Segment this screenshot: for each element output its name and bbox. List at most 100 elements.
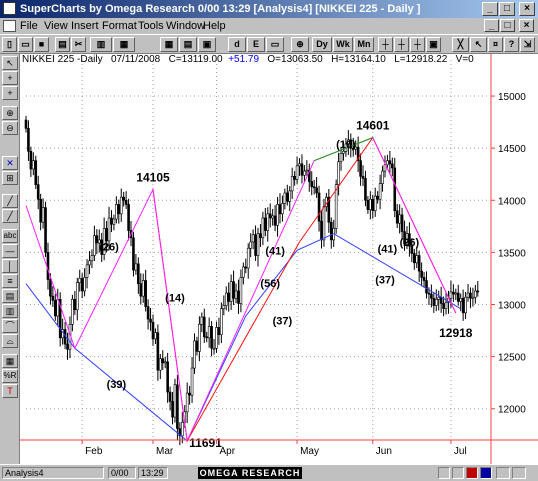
- candle-body: [298, 163, 301, 167]
- candle-body: [422, 277, 426, 281]
- low-value: L=12918.22: [394, 54, 448, 65]
- candle-body: [222, 305, 226, 309]
- menu-help[interactable]: Help: [203, 20, 226, 32]
- candle-body: [290, 176, 294, 192]
- candle-body: [73, 298, 77, 311]
- delete-icon[interactable]: ✕: [2, 156, 18, 170]
- grid-icon[interactable]: ▤: [179, 37, 197, 52]
- candle-body: [305, 169, 309, 172]
- interval-day-button[interactable]: Dy: [312, 37, 332, 52]
- candle-body: [283, 192, 287, 204]
- minimize-button[interactable]: _: [482, 2, 498, 16]
- gann-icon[interactable]: ▦: [2, 354, 18, 368]
- open-icon[interactable]: ▭: [18, 37, 33, 52]
- wave-count-label: (26): [99, 241, 119, 253]
- pan-icon[interactable]: +: [2, 86, 18, 100]
- interval-week-button[interactable]: Wk: [333, 37, 353, 52]
- menu-view[interactable]: View: [44, 20, 68, 32]
- save-icon[interactable]: ■: [34, 37, 49, 52]
- candle-body: [190, 367, 194, 396]
- candle-body: [369, 198, 372, 210]
- bars-down-icon[interactable]: ┼: [394, 37, 409, 52]
- zoom-out-icon[interactable]: ⊖: [2, 121, 18, 135]
- price-chart[interactable]: 14105 14601 11691 12918 (26) (14) (39) (41) (56)…: [20, 54, 538, 464]
- window-icon[interactable]: ▣: [198, 37, 216, 52]
- bars-up-icon[interactable]: ┼: [378, 37, 393, 52]
- candle-body: [168, 391, 172, 402]
- candle-body: [273, 215, 277, 226]
- doc-minimize-button[interactable]: _: [484, 19, 499, 32]
- tools-icon[interactable]: T: [2, 384, 18, 398]
- candle-body: [146, 306, 150, 320]
- chart-area[interactable]: 14105 14601 11691 12918 (26) (14) (39) (41) (56)…: [20, 54, 538, 464]
- bar-spacing-icon[interactable]: ┼: [410, 37, 425, 52]
- candle-body: [163, 361, 167, 364]
- help-icon[interactable]: ?: [504, 37, 519, 52]
- candle-body: [244, 266, 248, 269]
- text-icon[interactable]: abc: [2, 229, 18, 243]
- candle-body: [144, 280, 147, 307]
- ez-data-icon[interactable]: E: [247, 37, 265, 52]
- doc-close-button[interactable]: ×: [519, 19, 534, 32]
- candle-body: [119, 196, 123, 215]
- candle-body: [90, 255, 94, 262]
- candle-body: [359, 160, 362, 177]
- pointer-icon[interactable]: ↖: [2, 56, 18, 70]
- print-preview-icon[interactable]: ▤: [55, 37, 70, 52]
- fibonacci-icon[interactable]: ╱: [2, 209, 18, 223]
- vertical-line-icon[interactable]: │: [2, 259, 18, 273]
- menu-format[interactable]: Format: [102, 20, 137, 32]
- crosshair-icon[interactable]: +: [2, 71, 18, 85]
- menu-file[interactable]: File: [20, 20, 38, 32]
- candle-body: [149, 318, 152, 323]
- exit-icon[interactable]: ⇲: [520, 37, 535, 52]
- wave-count-label: (41): [378, 243, 398, 255]
- zoom-in-icon[interactable]: ⊕: [2, 106, 18, 120]
- status-slot-1: [438, 467, 450, 479]
- cut-icon[interactable]: ✂: [71, 37, 86, 52]
- maximize-button[interactable]: □: [499, 2, 515, 16]
- zoom-icon[interactable]: ⊕: [291, 37, 309, 52]
- candle-body: [212, 347, 216, 350]
- speed-lines-icon[interactable]: ▤: [2, 289, 18, 303]
- candle-body: [27, 128, 30, 152]
- candle-body: [388, 160, 392, 165]
- cursor-icon[interactable]: ↖: [470, 37, 487, 52]
- horizontal-line-icon[interactable]: —: [2, 244, 18, 258]
- menu-window[interactable]: Window: [166, 20, 205, 32]
- candle-body: [180, 421, 184, 437]
- channel-icon[interactable]: ≡: [2, 274, 18, 288]
- trend-icon[interactable]: ╳: [452, 37, 469, 52]
- insert-indicator-icon[interactable]: ▦: [113, 37, 135, 52]
- document-icon[interactable]: [3, 20, 16, 32]
- arc-icon[interactable]: ⌒: [2, 319, 18, 333]
- candle-body: [132, 237, 135, 271]
- candle-body: [444, 302, 448, 309]
- menu-tools[interactable]: Tools: [138, 20, 164, 32]
- format-bars-icon[interactable]: ▥: [90, 37, 112, 52]
- interval-month-button[interactable]: Mn: [354, 37, 374, 52]
- layout-icon[interactable]: ▦: [160, 37, 178, 52]
- candle-body: [32, 160, 35, 170]
- new-icon[interactable]: ▯: [2, 37, 17, 52]
- candle-body: [195, 340, 199, 352]
- trendline-icon[interactable]: ╱: [2, 194, 18, 208]
- retracement-icon[interactable]: ▥: [2, 304, 18, 318]
- doc-restore-button[interactable]: □: [500, 19, 515, 32]
- app-icon[interactable]: [3, 2, 16, 15]
- data-icon[interactable]: d: [228, 37, 246, 52]
- candle-body: [312, 186, 316, 189]
- cycle-icon[interactable]: ⌓: [2, 334, 18, 348]
- candle-body: [54, 300, 57, 317]
- peak-label: 14601: [356, 119, 390, 133]
- percent-icon[interactable]: %R: [2, 369, 18, 383]
- candle-body: [376, 195, 379, 200]
- wave-count-label: (41): [265, 245, 285, 257]
- link-icon[interactable]: ¤: [488, 37, 503, 52]
- ruler-icon[interactable]: ⊞: [2, 171, 18, 185]
- chart-style-icon[interactable]: ▣: [426, 37, 441, 52]
- close-button[interactable]: ×: [519, 2, 535, 16]
- candle-body: [34, 160, 38, 185]
- toggle-icon[interactable]: ▭: [266, 37, 284, 52]
- menu-insert[interactable]: Insert: [71, 20, 99, 32]
